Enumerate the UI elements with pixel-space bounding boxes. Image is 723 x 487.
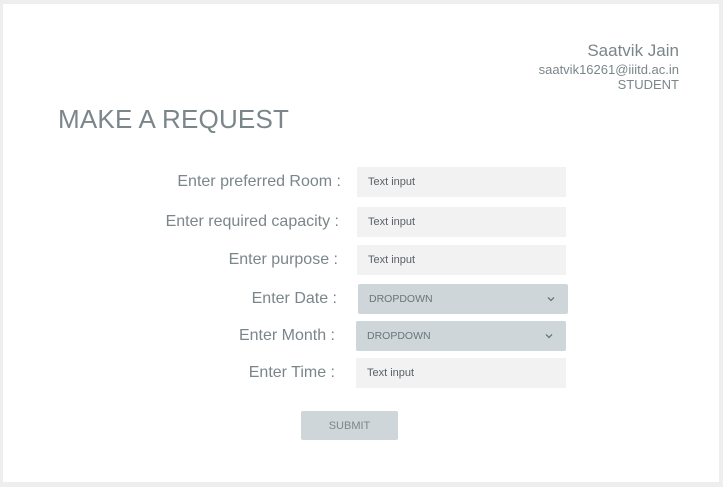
chevron-down-icon [547, 297, 555, 302]
capacity-label: Enter required capacity : [165, 213, 339, 230]
time-label: Enter Time : [248, 364, 335, 381]
user-role: STUDENT [617, 77, 679, 92]
time-row: Enter Time : [3, 358, 719, 388]
capacity-row: Enter required capacity : [3, 207, 719, 237]
month-dropdown-value: DROPDOWN [367, 330, 431, 342]
room-row: Enter preferred Room : [3, 167, 719, 197]
month-row: Enter Month : DROPDOWN [3, 321, 719, 351]
month-label: Enter Month : [238, 327, 335, 344]
submit-button[interactable]: SUBMIT [301, 411, 398, 440]
time-input[interactable] [356, 358, 566, 388]
purpose-input[interactable] [357, 245, 566, 275]
user-info: Saatvik Jain saatvik16261@iiitd.ac.in ST… [539, 41, 679, 92]
room-input[interactable] [357, 167, 566, 197]
purpose-label: Enter purpose : [228, 251, 338, 268]
user-email: saatvik16261@iiitd.ac.in [538, 62, 679, 77]
month-dropdown[interactable]: DROPDOWN [356, 321, 566, 351]
user-name: Saatvik Jain [587, 41, 679, 60]
date-row: Enter Date : DROPDOWN [3, 284, 719, 314]
date-dropdown[interactable]: DROPDOWN [358, 284, 568, 314]
purpose-row: Enter purpose : [3, 245, 719, 275]
date-dropdown-value: DROPDOWN [369, 293, 433, 305]
page-title: MAKE A REQUEST [58, 104, 290, 134]
date-label: Enter Date : [251, 290, 337, 307]
chevron-down-icon [545, 334, 553, 339]
room-label: Enter preferred Room : [177, 173, 341, 190]
capacity-input[interactable] [357, 207, 566, 237]
request-card: Saatvik Jain saatvik16261@iiitd.ac.in ST… [3, 4, 719, 482]
